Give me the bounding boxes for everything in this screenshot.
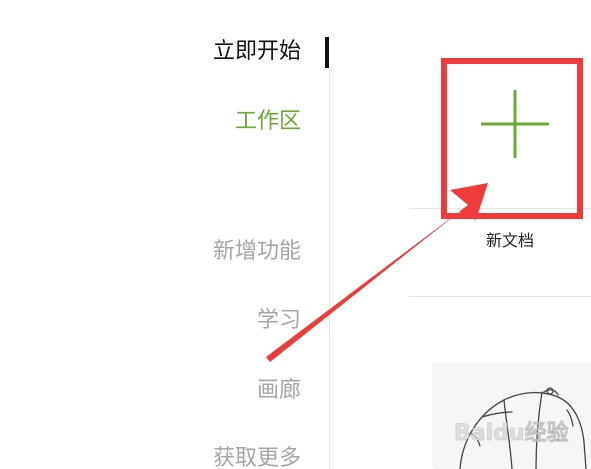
cap-illustration-icon [459, 387, 587, 469]
sidebar-divider [329, 68, 330, 469]
tile-divider [409, 208, 591, 209]
sidebar-item-learn[interactable]: 学习 [257, 306, 301, 336]
new-document-label[interactable]: 新文档 [486, 230, 534, 252]
welcome-screen: 立即开始 工作区 新增功能 学习 画廊 获取更多 新文档 Baidu经验 [0, 0, 591, 469]
recent-file-thumbnail[interactable] [432, 362, 591, 469]
sidebar-item-get-started[interactable]: 立即开始 [213, 37, 301, 67]
section-divider [409, 296, 591, 297]
active-indicator [325, 37, 329, 68]
plus-icon [481, 90, 549, 158]
sidebar-item-workspace[interactable]: 工作区 [235, 107, 301, 137]
sidebar-item-get-more[interactable]: 获取更多 [213, 444, 301, 469]
sidebar-item-whats-new[interactable]: 新增功能 [213, 237, 301, 267]
new-document-tile[interactable] [443, 57, 573, 207]
sidebar-item-gallery[interactable]: 画廊 [257, 376, 301, 406]
